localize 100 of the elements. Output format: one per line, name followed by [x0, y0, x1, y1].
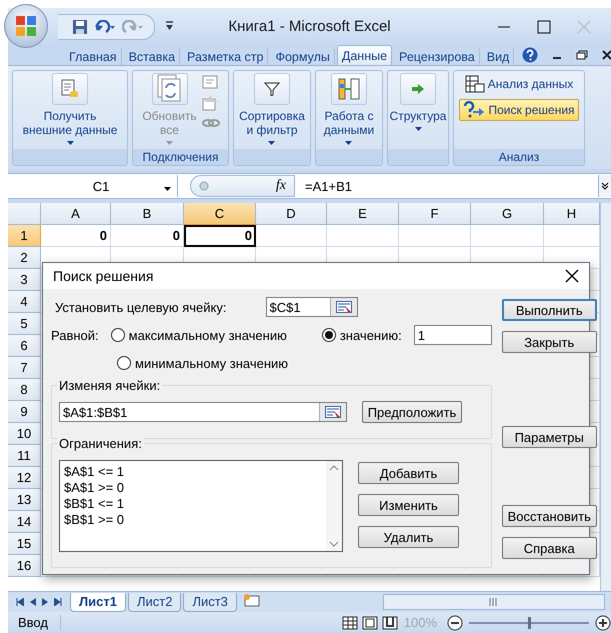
question-arrow-icon: [463, 101, 486, 119]
ribbon-button[interactable]: Сортировка и фильтр: [238, 73, 306, 145]
sheet-tab[interactable]: Лист1: [70, 592, 126, 612]
column-header[interactable]: C: [184, 203, 256, 225]
row-header[interactable]: 14: [8, 511, 41, 533]
previous-sheet-icon[interactable]: [30, 598, 36, 606]
row-header[interactable]: 10: [8, 423, 41, 445]
column-header[interactable]: E: [327, 203, 399, 225]
radio-button[interactable]: [117, 356, 131, 370]
status-mode: Ввод: [8, 615, 61, 630]
column-header[interactable]: D: [256, 203, 327, 225]
help-icon[interactable]: [522, 47, 538, 63]
filter-icon: [264, 82, 280, 96]
row-header[interactable]: 1: [8, 225, 41, 247]
expand-button[interactable]: [598, 175, 611, 197]
last-sheet-icon[interactable]: [54, 598, 62, 606]
constraint-item[interactable]: $B$1 <= 1: [64, 496, 322, 512]
first-sheet-icon[interactable]: [16, 598, 24, 606]
table-cell: 0: [111, 225, 184, 247]
zoom-out-icon[interactable]: [447, 614, 463, 630]
constraint-button[interactable]: Изменить: [358, 494, 459, 516]
scroll-down-icon[interactable]: [329, 541, 339, 547]
row-header[interactable]: 16: [8, 555, 41, 577]
insert-function-button[interactable]: fx: [276, 178, 286, 194]
formula-field[interactable]: =A1+B1: [305, 178, 598, 194]
vertical-scrollbar[interactable]: [600, 203, 611, 591]
insert-sheet-icon[interactable]: [242, 592, 261, 606]
dialog-button[interactable]: Справка: [502, 537, 597, 559]
row-header[interactable]: 11: [8, 445, 41, 467]
close-icon[interactable]: [602, 50, 611, 60]
dialog-button[interactable]: Параметры: [502, 426, 597, 448]
horizontal-scrollbar[interactable]: [383, 594, 605, 610]
save-icon[interactable]: [72, 18, 88, 34]
restore-icon[interactable]: [576, 50, 588, 60]
column-header[interactable]: G: [471, 203, 544, 225]
ribbon-button-label: Получить внешние данные: [22, 109, 118, 137]
dialog-button[interactable]: Закрыть: [502, 331, 597, 353]
maximize-icon[interactable]: [537, 20, 551, 34]
table-cell: 0: [41, 225, 111, 247]
row-header[interactable]: 13: [8, 489, 41, 511]
normal-view-icon[interactable]: [342, 616, 358, 630]
ribbon-button[interactable]: Структура: [388, 73, 448, 131]
value-field[interactable]: 1: [414, 325, 492, 345]
zoom-slider-thumb[interactable]: [528, 616, 531, 628]
row-header[interactable]: 4: [8, 291, 41, 313]
field-label: Равной:: [51, 328, 99, 342]
zoom-in-icon[interactable]: [595, 614, 611, 630]
row-header[interactable]: 2: [8, 247, 41, 269]
changing-cells-field[interactable]: $A$1:$B$1: [59, 402, 347, 422]
radio-button[interactable]: [322, 328, 336, 342]
sheet-tab[interactable]: Лист3: [183, 592, 237, 612]
office-button[interactable]: [4, 4, 48, 48]
scroll-up-icon[interactable]: [329, 465, 339, 471]
page-break-icon[interactable]: [382, 616, 398, 630]
sheet-tab[interactable]: Лист2: [128, 592, 182, 612]
column-header[interactable]: B: [111, 203, 184, 225]
ribbon-button[interactable]: Получить внешние данные: [22, 73, 118, 145]
ribbon-tab[interactable]: Данные: [336, 45, 392, 65]
dialog-title: Поиск решения: [53, 268, 154, 284]
radio-option[interactable]: максимальному значению: [110, 328, 287, 342]
row-header[interactable]: 9: [8, 401, 41, 423]
group-label-bar: [388, 149, 448, 165]
ribbon-button[interactable]: Работа с данными: [322, 73, 376, 145]
constraint-item[interactable]: $B$1 >= 0: [64, 512, 322, 528]
range-select-icon: [336, 301, 352, 313]
window-title: Книга1 - Microsoft Excel: [228, 18, 391, 35]
guess-button[interactable]: Предположить: [362, 401, 462, 423]
radio-button[interactable]: [110, 328, 125, 342]
radio-option[interactable]: значению:: [322, 328, 402, 342]
dialog-button[interactable]: Выполнить: [502, 299, 597, 321]
page-layout-icon[interactable]: [362, 616, 378, 630]
row-header[interactable]: 8: [8, 379, 41, 401]
ribbon-button[interactable]: Поиск решения: [459, 99, 579, 121]
constraint-item[interactable]: $A$1 <= 1: [64, 464, 322, 480]
office-logo-icon: [14, 14, 38, 38]
field-label: Установить целевую ячейку:: [55, 300, 226, 314]
ribbon-button[interactable]: Анализ данных: [460, 73, 578, 95]
row-header[interactable]: 3: [8, 269, 41, 291]
row-header[interactable]: 12: [8, 467, 41, 489]
column-header[interactable]: A: [41, 203, 111, 225]
column-header[interactable]: H: [544, 203, 600, 225]
chevron-down-icon: [601, 182, 609, 190]
target-cell-field[interactable]: $C$1: [266, 297, 358, 317]
row-header[interactable]: 7: [8, 357, 41, 379]
next-sheet-icon[interactable]: [42, 598, 48, 606]
customize-icon[interactable]: [165, 20, 174, 30]
constraints-list[interactable]: $A$1 <= 1 $A$1 >= 0 $B$1 <= 1 $B$1 >= 0: [59, 460, 343, 552]
dialog-button[interactable]: Восстановить: [502, 505, 597, 527]
row-header[interactable]: 15: [8, 533, 41, 555]
row-header[interactable]: 6: [8, 335, 41, 357]
name-box[interactable]: C1: [8, 175, 178, 197]
column-header[interactable]: F: [399, 203, 471, 225]
undo-icon[interactable]: [94, 20, 116, 34]
constraint-button[interactable]: Добавить: [358, 462, 459, 484]
group-label: Анализ: [454, 149, 584, 165]
radio-option[interactable]: минимальному значению: [117, 356, 288, 370]
row-header[interactable]: 5: [8, 313, 41, 335]
close-icon[interactable]: [565, 269, 579, 283]
constraint-button[interactable]: Удалить: [358, 526, 459, 548]
constraint-item[interactable]: $A$1 >= 0: [64, 480, 322, 496]
